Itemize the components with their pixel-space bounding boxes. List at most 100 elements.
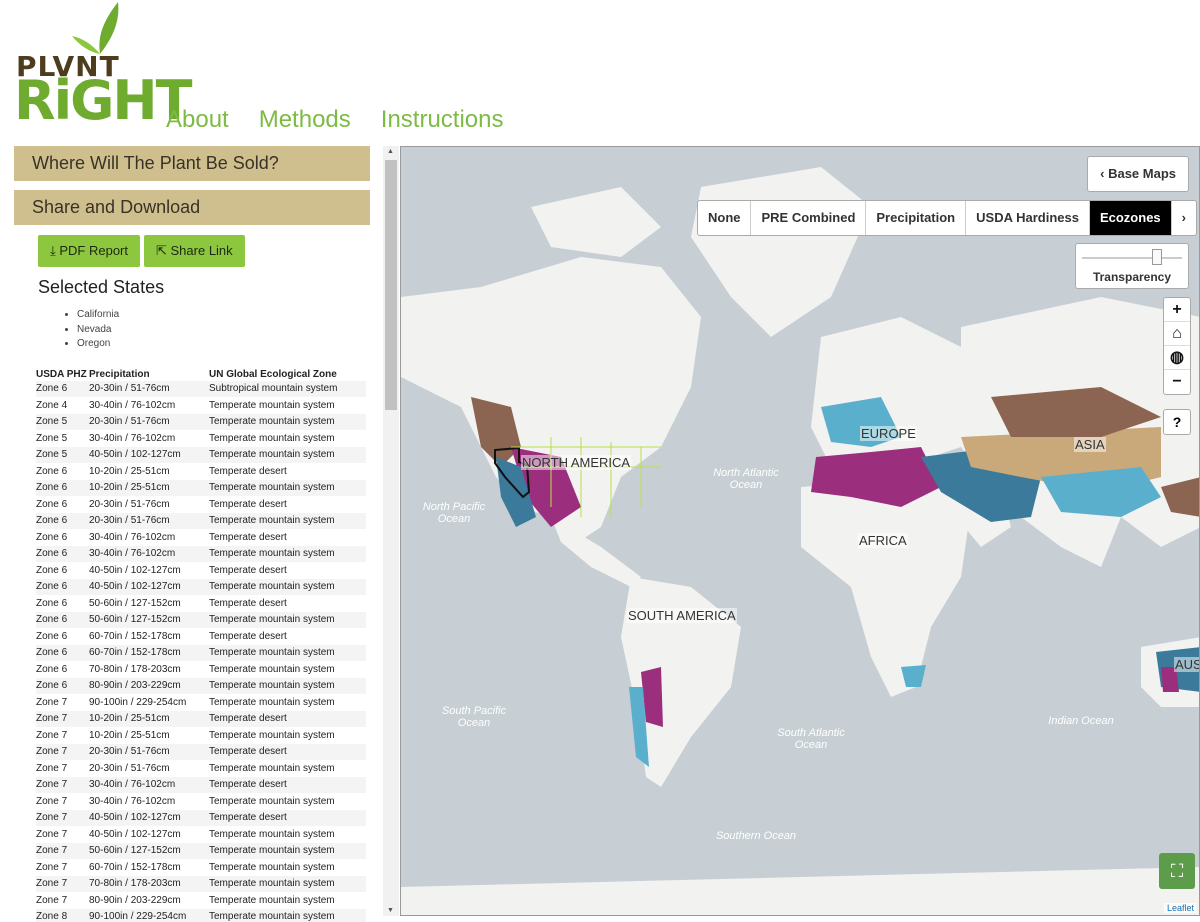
cell-ecozone: Temperate mountain system bbox=[209, 512, 366, 529]
cell-usda-zone: Zone 7 bbox=[36, 809, 89, 826]
accordion-where-sold[interactable]: Where Will The Plant Be Sold? bbox=[14, 146, 370, 181]
base-maps-button[interactable]: ‹ Base Maps bbox=[1087, 156, 1189, 192]
cell-usda-zone: Zone 6 bbox=[36, 564, 68, 576]
cell-ecozone: Temperate mountain system bbox=[209, 413, 366, 430]
cell-ecozone: Temperate mountain system bbox=[209, 663, 335, 675]
chevron-right-icon[interactable]: › bbox=[1172, 201, 1196, 235]
cell-precipitation: 20-30in / 51-76cm bbox=[89, 413, 209, 430]
table-row: Zone 6 50-60in / 127-152cm Temperate mount… bbox=[36, 611, 366, 628]
ocean-south-atlantic: South Atlantic Ocean bbox=[777, 727, 845, 751]
cell-usda-zone: Zone 6 bbox=[36, 498, 68, 510]
share-link-button[interactable]: ⇱ Share Link bbox=[144, 235, 245, 267]
table-row: Zone 6 60-70in / 152-178cm Temperate mount… bbox=[36, 644, 366, 661]
table-row: Zone 6 30-40in / 76-102cm Temperate mounta… bbox=[36, 545, 366, 562]
cell-usda-zone: Zone 6 bbox=[36, 578, 89, 595]
download-icon: ⤓ bbox=[50, 243, 60, 258]
scroll-down-icon[interactable]: ▼ bbox=[387, 907, 394, 914]
table-row: Zone 6 40-50in / 102-127cm Temperate mount… bbox=[36, 578, 366, 595]
map-view[interactable]: NORTH AMERICA EUROPE ASIA AFRICA SOUTH A… bbox=[400, 146, 1200, 916]
cell-precipitation: 20-30in / 51-76cm bbox=[89, 380, 209, 397]
cell-precipitation: 20-30in / 51-76cm bbox=[89, 498, 170, 510]
scroll-thumb[interactable] bbox=[385, 160, 397, 410]
ocean-south-pacific: South Pacific Ocean bbox=[441, 705, 507, 729]
table-row: Zone 6 20-30in / 51-76cm Temperate mountai… bbox=[36, 512, 366, 529]
cell-usda-zone: Zone 7 bbox=[36, 776, 89, 793]
main-nav: About Methods Instructions bbox=[166, 106, 504, 134]
cell-precipitation: 80-90in / 203-229cm bbox=[89, 894, 181, 906]
cell-ecozone: Temperate mountain system bbox=[209, 894, 335, 906]
cell-precipitation: 50-60in / 127-152cm bbox=[89, 842, 209, 859]
label-europe: EUROPE bbox=[860, 426, 917, 441]
table-row: Zone 7 80-90in / 203-229cm Temperate mount… bbox=[36, 892, 366, 909]
scroll-up-icon[interactable]: ▲ bbox=[387, 148, 394, 155]
nav-about[interactable]: About bbox=[166, 106, 229, 134]
zoom-out-icon[interactable]: − bbox=[1164, 370, 1190, 394]
share-icon: ⇱ bbox=[156, 243, 171, 258]
globe-icon[interactable]: ◍ bbox=[1164, 346, 1190, 370]
help-icon[interactable]: ? bbox=[1163, 409, 1191, 435]
cell-usda-zone: Zone 6 bbox=[36, 644, 89, 661]
cell-precipitation: 40-50in / 102-127cm bbox=[89, 564, 181, 576]
table-row: Zone 7 60-70in / 152-178cm Temperate mount… bbox=[36, 859, 366, 876]
cell-usda-zone: Zone 6 bbox=[36, 611, 89, 628]
nav-methods[interactable]: Methods bbox=[259, 106, 351, 134]
layer-precipitation[interactable]: Precipitation bbox=[866, 201, 967, 235]
accordion-share-download[interactable]: Share and Download bbox=[14, 190, 370, 225]
cell-precipitation: 60-70in / 152-178cm bbox=[89, 644, 209, 661]
cell-usda-zone: Zone 7 bbox=[36, 894, 68, 906]
cell-ecozone: Temperate mountain system bbox=[209, 875, 366, 892]
table-row: Zone 6 80-90in / 203-229cm Temperate mount… bbox=[36, 677, 366, 694]
cell-usda-zone: Zone 5 bbox=[36, 446, 89, 463]
layer-usda-hardiness[interactable]: USDA Hardiness bbox=[966, 201, 1090, 235]
cell-precipitation: 40-50in / 102-127cm bbox=[89, 828, 181, 840]
plantright-logo[interactable]: PLVNT RiGHT bbox=[14, 0, 192, 132]
nav-instructions[interactable]: Instructions bbox=[381, 106, 504, 134]
cell-ecozone: Temperate desert bbox=[209, 498, 287, 510]
home-icon[interactable]: ⌂ bbox=[1164, 322, 1190, 346]
cell-precipitation: 80-90in / 203-229cm bbox=[89, 677, 209, 694]
cell-usda-zone: Zone 7 bbox=[36, 710, 89, 727]
locate-user-icon[interactable]: ⛶ bbox=[1159, 853, 1195, 889]
cell-ecozone: Temperate desert bbox=[209, 743, 366, 760]
table-row: Zone 5 20-30in / 51-76cm Temperate mountai… bbox=[36, 413, 366, 430]
cell-ecozone: Temperate mountain system bbox=[209, 479, 366, 496]
ocean-north-pacific: North Pacific Ocean bbox=[422, 501, 486, 525]
table-row: Zone 5 40-50in / 102-127cm Temperate mount… bbox=[36, 446, 366, 463]
cell-precipitation: 50-60in / 127-152cm bbox=[89, 611, 209, 628]
transparency-label: Transparency bbox=[1092, 270, 1172, 284]
pdf-report-button[interactable]: ⤓ PDF Report bbox=[38, 235, 140, 267]
table-row: Zone 4 30-40in / 76-102cm Temperate mounta… bbox=[36, 397, 366, 414]
table-row: Zone 7 40-50in / 102-127cm Temperate deser… bbox=[36, 809, 366, 826]
table-row: Zone 7 30-40in / 76-102cm Temperate desert bbox=[36, 776, 366, 793]
label-south-america: SOUTH AMERICA bbox=[627, 608, 737, 623]
sidebar-scrollbar[interactable]: ▲ ▼ bbox=[383, 146, 399, 916]
layer-ecozones[interactable]: Ecozones bbox=[1089, 201, 1172, 235]
layer-none[interactable]: None bbox=[698, 201, 752, 235]
table-row: Zone 6 70-80in / 178-203cm Temperate mount… bbox=[36, 661, 366, 678]
table-row: Zone 7 90-100in / 229-254cm Temperate moun… bbox=[36, 694, 366, 711]
cell-ecozone: Temperate mountain system bbox=[209, 842, 366, 859]
header: PLVNT RiGHT About Methods Instructions bbox=[0, 0, 1200, 140]
cell-precipitation: 70-80in / 178-203cm bbox=[89, 663, 181, 675]
header-ecozone: UN Global Ecological Zone bbox=[209, 368, 337, 380]
label-africa: AFRICA bbox=[858, 533, 908, 548]
layer-pre-combined[interactable]: PRE Combined bbox=[751, 201, 867, 235]
cell-usda-zone: Zone 6 bbox=[36, 630, 68, 642]
cell-usda-zone: Zone 4 bbox=[36, 399, 68, 411]
sidebar: Where Will The Plant Be Sold? Share and … bbox=[14, 146, 370, 922]
cell-ecozone: Temperate desert bbox=[209, 776, 366, 793]
cell-ecozone: Subtropical mountain system bbox=[209, 380, 366, 397]
zoom-in-icon[interactable]: + bbox=[1164, 298, 1190, 322]
map-attribution[interactable]: Leaflet bbox=[1163, 903, 1197, 913]
transparency-slider-track[interactable] bbox=[1082, 257, 1182, 259]
cell-precipitation: 10-20in / 25-51cm bbox=[89, 710, 209, 727]
cell-precipitation: 20-30in / 51-76cm bbox=[89, 743, 209, 760]
selected-states-list: California Nevada Oregon bbox=[77, 308, 370, 352]
cell-ecozone: Temperate mountain system bbox=[209, 762, 335, 774]
cell-usda-zone: Zone 5 bbox=[36, 413, 89, 430]
ocean-southern: Southern Ocean bbox=[715, 830, 797, 842]
cell-usda-zone: Zone 7 bbox=[36, 875, 89, 892]
cell-ecozone: Temperate mountain system bbox=[209, 729, 335, 741]
table-row: Zone 6 40-50in / 102-127cm Temperate deser… bbox=[36, 562, 366, 579]
transparency-slider-knob[interactable] bbox=[1152, 249, 1162, 265]
